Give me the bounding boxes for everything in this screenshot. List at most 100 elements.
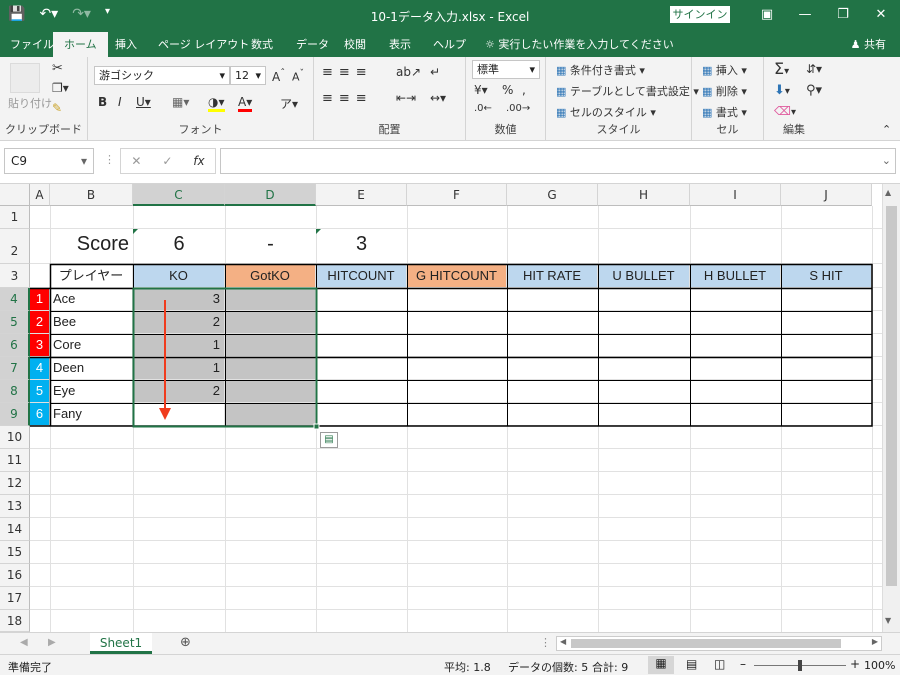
currency-icon[interactable]: ¥▾ bbox=[474, 83, 488, 97]
page-break-view-icon[interactable]: ◫ bbox=[714, 657, 725, 671]
sheet-tab[interactable]: Sheet1 bbox=[90, 633, 152, 654]
copy-icon[interactable]: ❐▾ bbox=[52, 81, 69, 95]
close-icon[interactable]: ✕ bbox=[862, 0, 900, 30]
signin-button[interactable]: サインイン bbox=[670, 6, 730, 23]
vertical-align-icons[interactable]: ≡≡≡ bbox=[322, 65, 373, 80]
share-button[interactable]: ♟ 共有 bbox=[851, 36, 886, 52]
orientation-icon[interactable]: ab↗ bbox=[396, 65, 421, 79]
tab-insert[interactable]: 挿入 bbox=[115, 36, 137, 52]
decrease-decimal-icon[interactable]: .00→ bbox=[506, 103, 530, 114]
expand-formula-icon[interactable]: ⌄ bbox=[882, 154, 891, 167]
cut-icon[interactable]: ✂ bbox=[52, 61, 63, 76]
format-cells-button[interactable]: ▦ 書式 ▾ bbox=[702, 104, 747, 120]
ribbon-display-icon[interactable]: ▣ bbox=[748, 0, 786, 30]
worksheet-grid[interactable]: A B C D E F G H I J 1 2 3 4 5 6 7 8 9 10… bbox=[0, 184, 900, 632]
average-status[interactable]: 平均: 1.8 bbox=[444, 659, 491, 675]
row-header[interactable]: 17 bbox=[0, 587, 30, 610]
underline-icon[interactable]: U▾ bbox=[136, 95, 151, 109]
tell-me-box[interactable]: ☼ 実行したい作業を入力してください bbox=[485, 36, 674, 52]
ribbon-tabs: ファイル ホーム 挿入 ページ レイアウト 数式 データ 校閲 表示 ヘルプ ☼… bbox=[0, 30, 900, 57]
number-format-select[interactable]: 標準 ▾ bbox=[472, 60, 540, 79]
page-layout-view-icon[interactable]: ▤ bbox=[686, 657, 697, 671]
merge-center-icon[interactable]: ↔▾ bbox=[430, 91, 446, 105]
group-styles: ▦ 条件付き書式 ▾ ▦ テーブルとして書式設定 ▾ ▦ セルのスタイル ▾ ス… bbox=[546, 57, 699, 141]
insert-function-icon[interactable]: fx bbox=[193, 154, 204, 168]
normal-view-icon[interactable]: ▦ bbox=[648, 656, 674, 674]
tab-review[interactable]: 校閲 bbox=[344, 36, 366, 52]
tab-data[interactable]: データ bbox=[296, 36, 329, 52]
percent-icon[interactable]: % bbox=[502, 83, 513, 97]
clear-icon[interactable]: ⌫▾ bbox=[774, 104, 796, 118]
font-size-select[interactable]: 12 ▾ bbox=[230, 66, 266, 85]
phonetic-icon[interactable]: ア▾ bbox=[280, 95, 298, 112]
row-header[interactable]: 16 bbox=[0, 564, 30, 587]
format-as-table-button[interactable]: ▦ テーブルとして書式設定 ▾ bbox=[556, 83, 699, 99]
italic-icon[interactable]: I bbox=[118, 95, 122, 109]
sum-status[interactable]: 合計: 9 bbox=[592, 659, 628, 675]
indent-icons[interactable]: ⇤⇥ bbox=[396, 91, 416, 105]
zoom-out-icon[interactable]: – bbox=[740, 657, 746, 671]
group-label: 編集 bbox=[783, 123, 805, 136]
prev-sheet-icon[interactable]: ◀ bbox=[20, 637, 28, 648]
cell-styles-button[interactable]: ▦ セルのスタイル ▾ bbox=[556, 104, 656, 120]
autosum-icon[interactable]: Σ▾ bbox=[774, 59, 789, 78]
font-grow-icon[interactable]: Aˆ bbox=[272, 68, 285, 84]
wrap-text-icon[interactable]: ↵ bbox=[430, 65, 440, 79]
group-font: 游ゴシック ▾ 12 ▾ Aˆ Aˇ B I U▾ ▦▾ ◑▾ A▾ ア▾ フォント bbox=[88, 57, 314, 141]
scroll-up-icon[interactable]: ▲ bbox=[885, 188, 891, 197]
font-shrink-icon[interactable]: Aˇ bbox=[292, 68, 304, 84]
font-name-select[interactable]: 游ゴシック ▾ bbox=[94, 66, 230, 85]
tab-page-layout[interactable]: ページ レイアウト bbox=[158, 36, 249, 52]
zoom-level[interactable]: 100% bbox=[864, 659, 895, 672]
insert-cells-button[interactable]: ▦ 挿入 ▾ bbox=[702, 62, 747, 78]
row-header[interactable]: 15 bbox=[0, 541, 30, 564]
scroll-right-icon[interactable]: ▶ bbox=[872, 637, 878, 646]
quick-analysis-icon[interactable]: ▤ bbox=[320, 432, 338, 448]
table-icon: ▦ bbox=[556, 85, 567, 98]
count-status[interactable]: データの個数: 5 bbox=[508, 659, 588, 675]
scroll-thumb[interactable] bbox=[886, 206, 897, 586]
paste-button[interactable]: 貼り付け bbox=[8, 95, 52, 111]
cancel-icon[interactable]: ✕ bbox=[131, 154, 141, 168]
horizontal-align-icons[interactable]: ≡≡≡ bbox=[322, 91, 373, 106]
increase-decimal-icon[interactable]: .0← bbox=[474, 103, 492, 114]
name-box[interactable]: C9 ▾ bbox=[4, 148, 94, 174]
collapse-ribbon-icon[interactable]: ⌃ bbox=[882, 123, 891, 136]
row-header[interactable]: 18 bbox=[0, 610, 30, 632]
zoom-in-icon[interactable]: + bbox=[850, 657, 860, 671]
row-header[interactable]: 13 bbox=[0, 495, 30, 518]
conditional-format-button[interactable]: ▦ 条件付き書式 ▾ bbox=[556, 62, 645, 78]
format-painter-icon[interactable]: ✎ bbox=[52, 101, 62, 115]
tab-split-icon[interactable]: ⋮ bbox=[540, 636, 551, 649]
fill-icon[interactable]: ⬇▾ bbox=[774, 83, 790, 98]
comma-icon[interactable]: , bbox=[522, 83, 526, 97]
maximize-icon[interactable]: ❐ bbox=[824, 0, 862, 30]
tab-file[interactable]: ファイル bbox=[10, 36, 54, 52]
scroll-left-icon[interactable]: ◀ bbox=[560, 637, 566, 646]
enter-icon[interactable]: ✓ bbox=[162, 154, 172, 168]
sort-filter-icon[interactable]: ⇵▾ bbox=[806, 62, 822, 76]
find-icon[interactable]: ⚲▾ bbox=[806, 83, 822, 98]
tab-view[interactable]: 表示 bbox=[389, 36, 411, 52]
add-sheet-icon[interactable]: ⊕ bbox=[180, 635, 191, 650]
hscroll-thumb[interactable] bbox=[571, 639, 841, 648]
horizontal-scrollbar[interactable]: ◀ ▶ bbox=[556, 636, 882, 651]
delete-cells-button[interactable]: ▦ 削除 ▾ bbox=[702, 83, 747, 99]
row-header[interactable]: 14 bbox=[0, 518, 30, 541]
zoom-slider-thumb[interactable] bbox=[798, 660, 802, 671]
bold-icon[interactable]: B bbox=[98, 95, 107, 109]
paste-icon[interactable] bbox=[10, 63, 40, 93]
next-sheet-icon[interactable]: ▶ bbox=[48, 637, 56, 648]
fill-color-icon[interactable]: ◑▾ bbox=[208, 95, 225, 112]
minimize-icon[interactable]: — bbox=[786, 0, 824, 30]
tab-formulas[interactable]: 数式 bbox=[251, 36, 273, 52]
tab-help[interactable]: ヘルプ bbox=[433, 36, 466, 52]
font-color-icon[interactable]: A▾ bbox=[238, 95, 253, 112]
tab-home[interactable]: ホーム bbox=[53, 32, 108, 57]
row-header[interactable]: 12 bbox=[0, 472, 30, 495]
row-header[interactable]: 11 bbox=[0, 449, 30, 472]
vertical-scrollbar[interactable]: ▲ ▼ bbox=[882, 184, 900, 632]
formula-input[interactable]: ⌄ bbox=[220, 148, 896, 174]
border-icon[interactable]: ▦▾ bbox=[172, 95, 189, 109]
scroll-down-icon[interactable]: ▼ bbox=[885, 616, 891, 625]
